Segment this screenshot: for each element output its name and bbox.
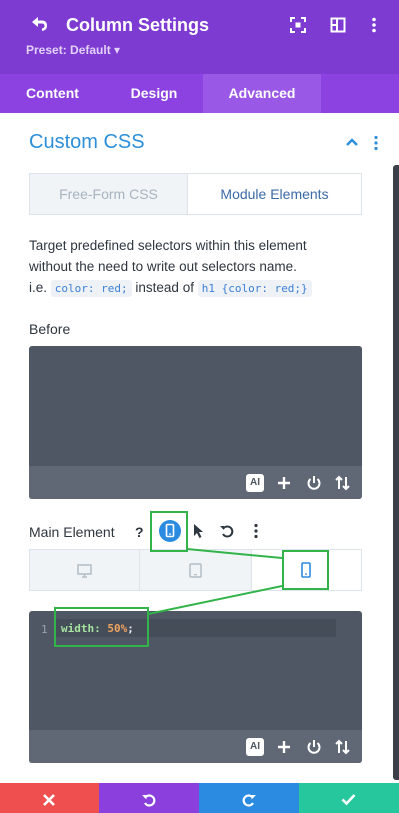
power-icon[interactable] — [305, 738, 323, 756]
tab-free-form-css[interactable]: Free-Form CSS — [30, 174, 187, 214]
desktop-icon — [77, 564, 92, 578]
description-line-2: without the need to write out selectors … — [29, 259, 297, 274]
redo-button[interactable] — [199, 783, 299, 813]
section-kebab-icon[interactable] — [371, 135, 381, 151]
tab-module-elements[interactable]: Module Elements — [187, 174, 361, 214]
before-editor-toolbar: AI — [29, 466, 362, 499]
save-button[interactable] — [299, 783, 399, 813]
description-text: Target predefined selectors within this … — [29, 235, 369, 299]
chevron-up-icon[interactable] — [345, 136, 359, 148]
settings-tabs: Content Design Advanced — [0, 74, 399, 113]
help-icon[interactable]: ? — [135, 524, 144, 540]
reset-icon[interactable] — [219, 523, 235, 539]
device-tab-desktop[interactable] — [30, 550, 140, 590]
before-label: Before — [29, 321, 71, 337]
redo-icon — [242, 794, 256, 807]
sort-arrows-icon[interactable] — [334, 738, 352, 756]
panel-scrollbar[interactable] — [393, 165, 399, 780]
tab-design[interactable]: Design — [105, 74, 203, 113]
close-icon — [43, 794, 55, 806]
preset-dropdown[interactable]: Preset: Default ▾ — [26, 43, 120, 57]
add-icon[interactable] — [275, 738, 293, 756]
section-title[interactable]: Custom CSS — [29, 131, 145, 154]
highlight-code-line — [54, 607, 149, 647]
example-middle: instead of — [135, 280, 194, 295]
tab-advanced[interactable]: Advanced — [203, 74, 321, 113]
description-example: i.e. color: red; instead of h1 {color: r… — [29, 277, 369, 299]
ai-icon[interactable]: AI — [246, 738, 264, 756]
before-css-editor[interactable]: AI — [29, 346, 362, 499]
cursor-icon[interactable] — [192, 523, 206, 539]
tab-content[interactable]: Content — [0, 74, 105, 113]
highlight-phone-icon — [150, 511, 188, 552]
main-editor-toolbar: AI — [29, 730, 362, 763]
example-chip-2: h1 {color: red;} — [197, 280, 312, 297]
tablet-icon — [189, 563, 202, 578]
css-mode-tabs: Free-Form CSS Module Elements — [29, 173, 362, 215]
checkmark-icon — [341, 794, 356, 806]
line-number: 1 — [41, 623, 48, 636]
power-icon[interactable] — [305, 474, 323, 492]
panel-header: Column Settings Preset: Default ▾ — [0, 0, 399, 74]
example-chip-1: color: red; — [50, 280, 132, 297]
element-kebab-icon[interactable] — [251, 523, 261, 539]
action-bar — [0, 783, 399, 813]
example-prefix: i.e. — [29, 280, 48, 295]
add-icon[interactable] — [275, 474, 293, 492]
main-element-label: Main Element — [29, 524, 115, 540]
sort-arrows-icon[interactable] — [334, 474, 352, 492]
undo-button[interactable] — [99, 783, 199, 813]
ai-icon[interactable]: AI — [246, 474, 264, 492]
column-settings-panel: Column Settings Preset: Default ▾ Conten… — [0, 0, 399, 813]
fullscreen-icon[interactable] — [290, 17, 306, 33]
more-options-icon[interactable] — [366, 17, 382, 33]
description-line-1: Target predefined selectors within this … — [29, 238, 307, 253]
highlight-phone-tab — [282, 550, 329, 590]
device-tab-tablet[interactable] — [140, 550, 252, 590]
panel-title: Column Settings — [66, 15, 209, 35]
back-arrow-icon[interactable] — [28, 14, 50, 36]
split-view-icon[interactable] — [330, 17, 346, 33]
cancel-button[interactable] — [0, 783, 99, 813]
undo-icon — [142, 794, 156, 807]
